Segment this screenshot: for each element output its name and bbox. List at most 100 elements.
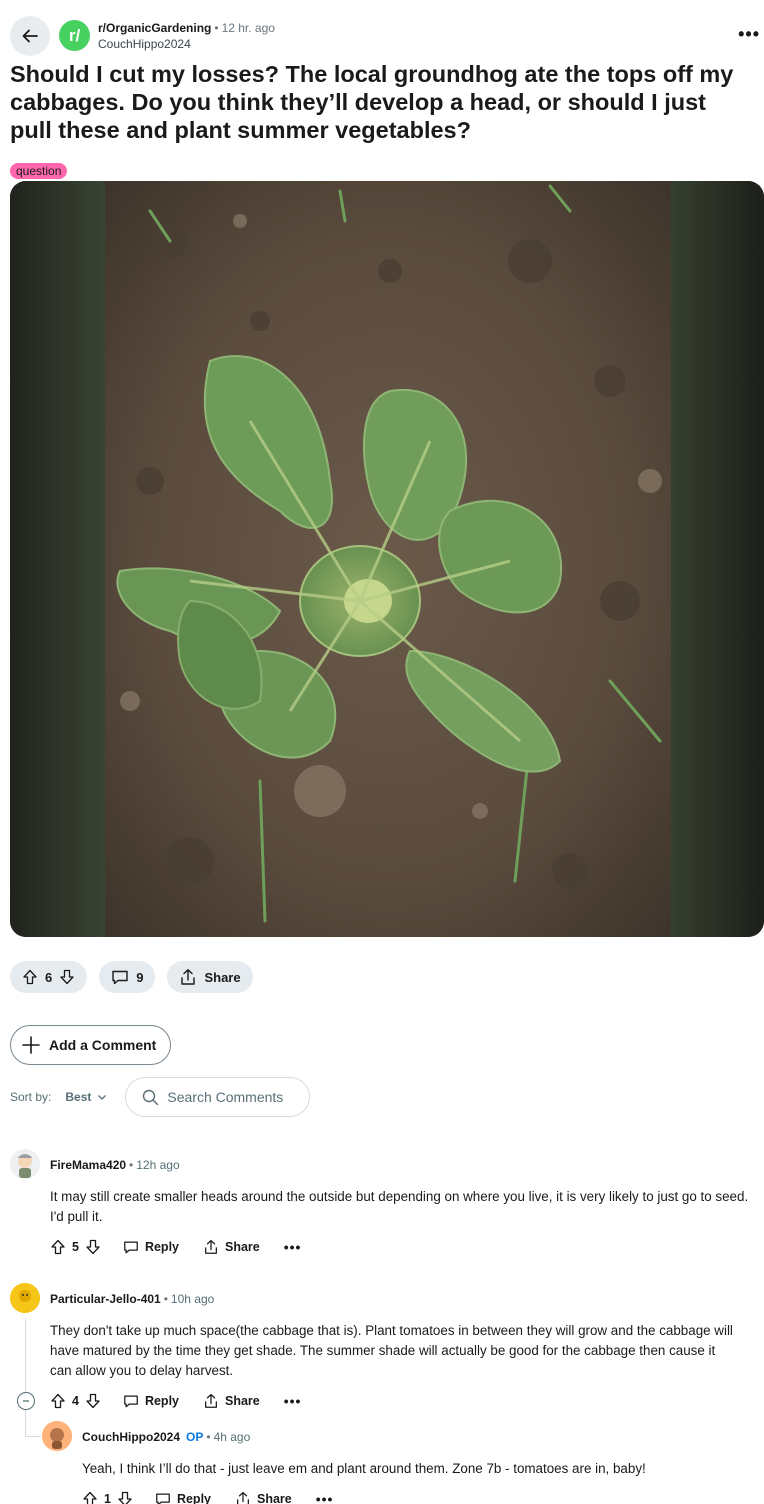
comment-vote-count: 4 — [72, 1394, 79, 1408]
user-avatar-icon — [42, 1421, 72, 1451]
more-options-button[interactable]: ••• — [738, 24, 760, 45]
downvote-icon[interactable] — [85, 1239, 101, 1255]
comment-actions: 5 Reply Share ••• — [50, 1238, 301, 1256]
share-button[interactable]: Share — [235, 1491, 292, 1504]
comment-count: 9 — [136, 969, 144, 985]
comment-header: CouchHippo2024 OP • 4h ago — [82, 1429, 250, 1445]
comment-separator: • — [129, 1158, 134, 1172]
comment-icon — [124, 1241, 138, 1254]
minus-icon — [23, 1400, 29, 1402]
downvote-icon[interactable] — [117, 1491, 133, 1504]
sort-dropdown[interactable]: Best — [65, 1090, 107, 1104]
comment-actions: 1 Reply Share ••• — [82, 1490, 333, 1504]
post-title: Should I cut my losses? The local ground… — [10, 61, 734, 143]
comment-vote-count: 1 — [104, 1492, 111, 1504]
comment-icon — [124, 1395, 138, 1408]
comment-more-button[interactable]: ••• — [284, 1239, 302, 1255]
post-header: r/ r/OrganicGardening • 12 hr. ago CouchHi… — [10, 16, 759, 56]
thread-line — [25, 1318, 26, 1392]
comment-actions: 4 Reply Share ••• — [50, 1392, 301, 1410]
arrow-left-icon — [22, 29, 38, 43]
comment-author[interactable]: CouchHippo2024 — [82, 1430, 180, 1444]
post-flair[interactable]: question — [10, 163, 68, 179]
comment-vote-count: 5 — [72, 1240, 79, 1254]
reply-button[interactable]: Reply — [123, 1393, 179, 1409]
comment-more-button[interactable]: ••• — [316, 1491, 334, 1504]
comment-header: FireMama420 • 12h ago — [50, 1157, 180, 1173]
comment-time: 10h ago — [170, 1292, 215, 1306]
reply-label: Reply — [144, 1240, 179, 1254]
downvote-icon[interactable] — [85, 1393, 101, 1409]
sort-label: Sort by: — [10, 1090, 52, 1104]
share-icon — [205, 1393, 217, 1408]
comment-vote: 4 — [50, 1393, 101, 1409]
share-button[interactable]: Share — [203, 1393, 260, 1409]
share-label: Share — [225, 1240, 260, 1254]
upvote-icon[interactable] — [50, 1393, 66, 1409]
comment-author[interactable]: Particular-Jello-401 — [50, 1292, 161, 1306]
reply-label: Reply — [176, 1492, 211, 1504]
share-label: Share — [225, 1394, 260, 1408]
share-button[interactable]: Share — [203, 1239, 260, 1255]
search-placeholder: Search Comments — [167, 1089, 284, 1105]
subreddit-avatar-text: r/ — [68, 25, 81, 45]
comment-header: Particular-Jello-401 • 10h ago — [50, 1291, 214, 1307]
plus-icon — [22, 1036, 40, 1054]
op-badge: OP — [186, 1430, 204, 1444]
search-comments-input[interactable]: Search Comments — [125, 1077, 311, 1117]
downvote-icon[interactable] — [59, 969, 75, 985]
share-icon — [237, 1491, 249, 1504]
collapse-thread-button[interactable] — [17, 1392, 35, 1410]
comment-body: Yeah, I think I’ll do that - just leave … — [82, 1461, 646, 1476]
post-actions: 6 9 Share — [10, 961, 253, 993]
share-icon — [205, 1239, 217, 1254]
subreddit-avatar[interactable]: r/ — [59, 20, 90, 51]
reply-button[interactable]: Reply — [123, 1239, 179, 1255]
upvote-icon[interactable] — [22, 969, 38, 985]
avatar[interactable] — [10, 1149, 40, 1179]
avatar[interactable] — [42, 1421, 72, 1451]
user-avatar-icon — [10, 1283, 40, 1313]
comment-body: They don't take up much space(the cabbag… — [50, 1323, 733, 1378]
comment-body: It may still create smaller heads around… — [50, 1189, 749, 1224]
upvote-icon[interactable] — [82, 1491, 98, 1504]
comment-vote: 5 — [50, 1239, 101, 1255]
sort-value: Best — [65, 1090, 92, 1104]
post-image[interactable] — [10, 181, 764, 937]
comment-time: 12h ago — [136, 1158, 180, 1172]
upvote-icon[interactable] — [50, 1239, 66, 1255]
back-button[interactable] — [10, 16, 50, 56]
post-time: 12 hr. ago — [221, 21, 275, 35]
search-icon — [143, 1089, 159, 1105]
comment-separator: • — [206, 1430, 211, 1444]
vote-control: 6 — [10, 961, 88, 993]
add-comment-button[interactable]: Add a Comment — [10, 1025, 172, 1065]
cabbage-photo — [10, 181, 764, 937]
user-avatar-icon — [18, 1154, 32, 1178]
comment-time: 4h ago — [213, 1430, 251, 1444]
share-icon — [181, 969, 196, 985]
comment-separator: • — [163, 1292, 168, 1306]
post-meta: r/OrganicGardening • 12 hr. ago CouchHippo… — [98, 20, 275, 52]
chevron-down-icon — [98, 1095, 107, 1100]
subreddit-name[interactable]: r/OrganicGardening — [98, 21, 211, 35]
sort-bar: Sort by: Best Search Comments — [10, 1077, 311, 1117]
comments-button[interactable]: 9 — [99, 961, 156, 993]
comment-author[interactable]: FireMama420 — [50, 1158, 126, 1172]
avatar[interactable] — [10, 1283, 40, 1313]
add-comment-label: Add a Comment — [49, 1037, 157, 1053]
share-label: Share — [204, 969, 241, 985]
vote-count: 6 — [45, 969, 53, 985]
comment-icon — [112, 970, 128, 985]
reply-connector — [25, 1410, 26, 1436]
comment-vote: 1 — [82, 1491, 133, 1504]
comment-icon — [156, 1493, 170, 1504]
post-author[interactable]: CouchHippo2024 — [98, 36, 275, 52]
reply-connector-curve — [25, 1436, 41, 1437]
comment-more-button[interactable]: ••• — [284, 1393, 302, 1409]
meta-separator: • — [214, 21, 219, 35]
reply-button[interactable]: Reply — [155, 1491, 211, 1504]
share-label: Share — [257, 1492, 292, 1504]
reply-label: Reply — [144, 1394, 179, 1408]
share-button[interactable]: Share — [167, 961, 253, 993]
